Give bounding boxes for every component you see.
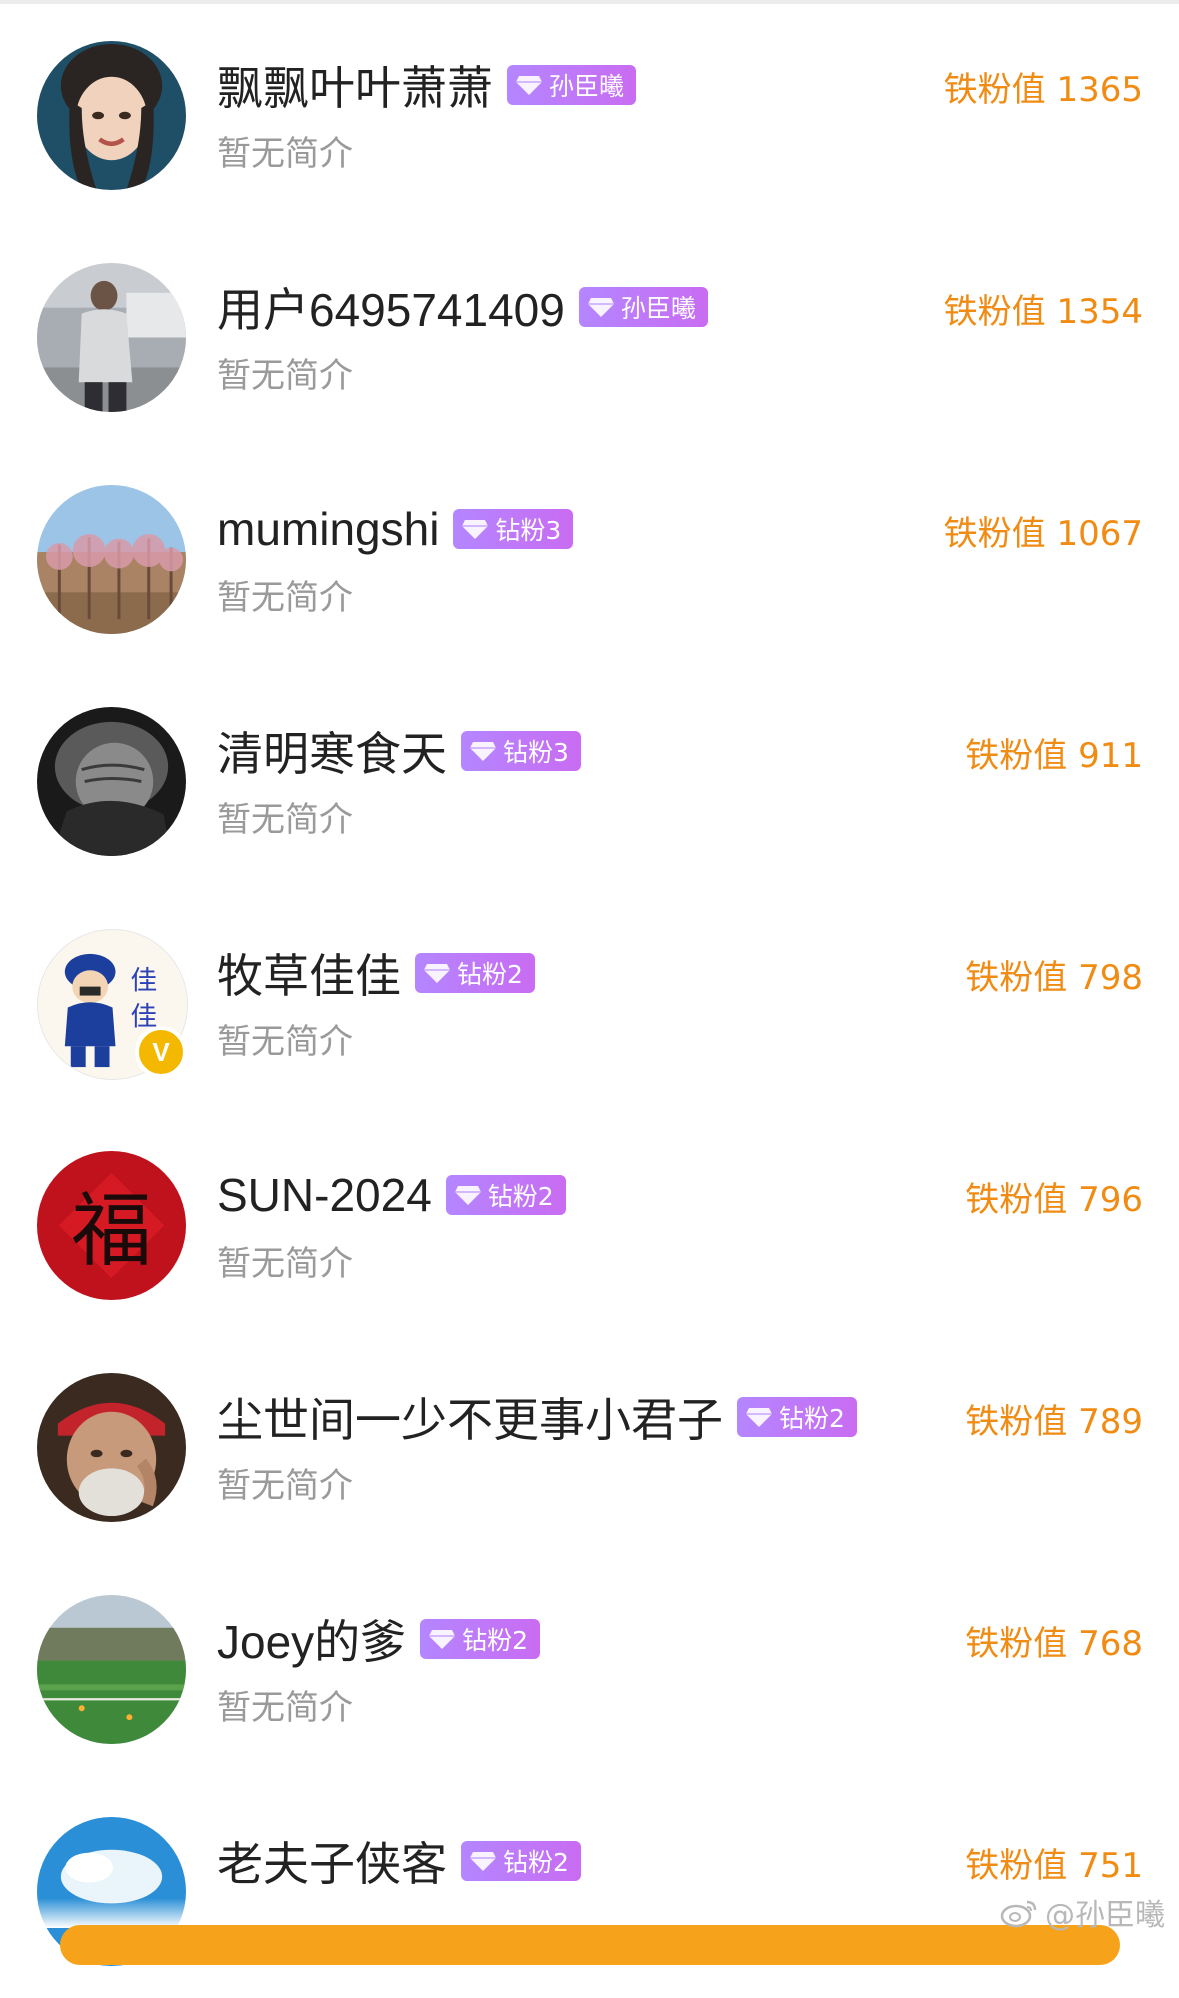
old-woman-bw-image [37,707,186,856]
diamond-icon [462,520,489,539]
user-name[interactable]: SUN-2024 [217,1168,432,1222]
name-line: 牧草佳佳 钻粉2 [217,943,535,1003]
user-name[interactable]: 老夫子侠客 [217,1828,447,1894]
user-name[interactable]: 尘世间一少不更事小君子 [217,1384,723,1450]
avatar[interactable] [37,41,186,190]
user-name[interactable]: 清明寒食天 [217,718,447,784]
name-line: 清明寒食天 钻粉3 [217,721,581,781]
blossom-orchard-image [37,485,186,634]
badge-label: 孙臣曦 [620,294,696,323]
avatar[interactable] [37,1373,186,1522]
fan-row[interactable]: 用户6495741409 孙臣曦 暂无简介 铁粉值 1354 [0,222,1179,444]
user-name[interactable]: 飘飘叶叶萧萧 [217,52,493,118]
bio: 暂无简介 [217,800,353,840]
bottom-action-bar[interactable] [60,1925,1120,1965]
bio: 暂无简介 [217,134,353,174]
badge-label: 钻粉3 [495,516,562,545]
bio: 暂无简介 [217,1244,353,1284]
diamond-icon [424,964,450,983]
user-name[interactable]: 用户6495741409 [217,274,565,340]
fan-row[interactable]: mumingshi 钻粉3 暂无简介 铁粉值 1067 [0,444,1179,666]
weibo-logo-icon [1000,1900,1037,1928]
avatar[interactable] [37,707,186,856]
soccer-field-image [37,1595,186,1744]
svg-text:福: 福 [71,1183,151,1277]
badge-label: 钻粉2 [462,1626,529,1655]
badge-label: 钻粉2 [457,960,523,989]
bio: 暂无简介 [217,578,353,618]
diamond-icon [470,742,496,761]
diamond-icon [470,1852,496,1871]
diamond-icon [587,298,614,317]
iron-fan-score: 铁粉值 768 [965,1624,1143,1664]
iron-fan-score: 铁粉值 789 [965,1402,1143,1442]
user-name[interactable]: 牧草佳佳 [217,940,401,1006]
fu-character-image: 福 [37,1151,186,1300]
portrait-girl-image [37,41,186,190]
bio: 暂无简介 [217,1688,353,1728]
name-line: 老夫子侠客 钻粉2 [217,1831,581,1891]
bio: 暂无简介 [217,1022,353,1062]
name-line: Joey的爹 钻粉2 [217,1606,541,1672]
iron-fan-score: 铁粉值 911 [965,736,1143,776]
iron-fan-score: 铁粉值 1067 [943,514,1143,554]
diamond-icon [746,1408,772,1427]
avatar[interactable] [37,1595,186,1744]
iron-fan-score: 铁粉值 751 [965,1846,1143,1886]
diamond-icon [516,76,542,95]
fan-badge: 钻粉2 [737,1397,857,1437]
avatar[interactable] [37,263,186,412]
diamond-icon [454,1186,481,1205]
badge-label: 孙臣曦 [549,72,625,101]
user-name[interactable]: mumingshi [217,502,439,556]
name-line: mumingshi 钻粉3 [217,499,574,559]
fan-row[interactable]: 佳 佳 V 牧草佳佳 钻粉2 暂无简介 铁粉值 798 [0,888,1179,1110]
fan-row[interactable]: Joey的爹 钻粉2 暂无简介 铁粉值 768 [0,1554,1179,1776]
watermark-text: @孙臣曦 [1045,1898,1165,1933]
avatar[interactable]: 福 [37,1151,186,1300]
fan-badge: 钻粉3 [453,509,574,549]
fan-badge: 钻粉2 [415,953,535,993]
fan-badge: 钻粉2 [420,1619,541,1659]
name-line: 飘飘叶叶萧萧 孙臣曦 [217,52,637,118]
old-man-bandana-image [37,1373,186,1522]
fan-row[interactable]: 清明寒食天 钻粉3 暂无简介 铁粉值 911 [0,666,1179,888]
iron-fan-score: 铁粉值 796 [965,1180,1143,1220]
iron-fan-score: 铁粉值 1365 [943,70,1143,110]
fan-row[interactable]: 福 SUN-2024 钻粉2 暂无简介 铁粉值 796 [0,1110,1179,1332]
badge-label: 钻粉2 [779,1404,845,1433]
diamond-icon [429,1630,456,1649]
fan-row[interactable]: 尘世间一少不更事小君子 钻粉2 暂无简介 铁粉值 789 [0,1332,1179,1554]
name-line: SUN-2024 钻粉2 [217,1165,566,1225]
user-name[interactable]: Joey的爹 [217,1606,406,1672]
iron-fan-score: 铁粉值 798 [965,958,1143,998]
name-line: 用户6495741409 孙臣曦 [217,277,708,337]
svg-text:佳: 佳 [130,966,157,997]
fan-row[interactable]: 飘飘叶叶萧萧 孙臣曦 暂无简介 铁粉值 1365 [0,0,1179,222]
badge-label: 钻粉2 [503,1848,569,1877]
man-in-jacket-image [37,263,186,412]
badge-label: 钻粉3 [503,738,569,767]
fan-badge: 孙臣曦 [578,287,708,327]
fan-badge: 孙臣曦 [507,65,637,105]
bio: 暂无简介 [217,1466,353,1506]
badge-label: 钻粉2 [487,1182,554,1211]
watermark: @孙臣曦 [999,1890,1165,1934]
fan-badge: 钻粉2 [461,1841,581,1881]
fan-badge: 钻粉2 [445,1175,566,1215]
name-line: 尘世间一少不更事小君子 钻粉2 [217,1387,857,1447]
fan-badge: 钻粉3 [461,731,581,771]
avatar[interactable] [37,485,186,634]
verified-badge-icon: V [135,1026,187,1078]
bio: 暂无简介 [217,356,353,396]
iron-fan-score: 铁粉值 1354 [943,292,1143,332]
